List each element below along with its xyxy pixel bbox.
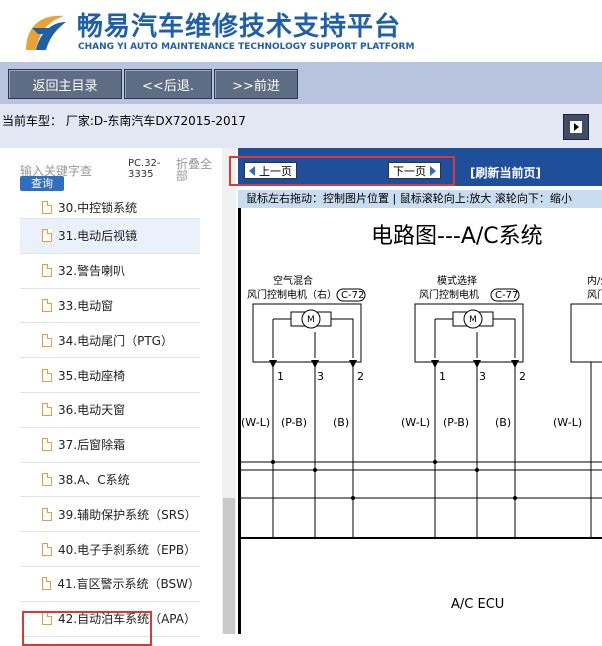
motor2-symbol: M xyxy=(469,315,477,325)
query-button[interactable]: 查询 xyxy=(20,176,64,191)
usage-hint: 鼠标左右拖动：控制图片位置 | 鼠标滚轮向上:放大 滚轮向下：缩小 xyxy=(238,190,602,208)
list-item-label: 34.电动尾门（PTG） xyxy=(58,333,173,348)
list-item[interactable]: 39.辅助保护系统（SRS） xyxy=(20,497,200,533)
pc-code: PC.32-3335 xyxy=(128,158,161,180)
pin-label: 3 xyxy=(317,370,324,383)
document-icon xyxy=(42,403,52,417)
document-icon xyxy=(42,472,52,486)
wire-color: (B) xyxy=(333,416,349,429)
wire-color: (P-B) xyxy=(281,416,307,429)
app-title: 畅易汽车维修技术支持平台 xyxy=(77,12,402,42)
vehicle-info-bar: 当前车型： 厂家:D-东南汽车DX72015-2017 xyxy=(0,104,602,148)
collapse-all-link[interactable]: 折叠全部 xyxy=(176,158,216,182)
content-pane: 上一页 下一页 [刷新当前页] 鼠标左右拖动：控制图片位置 | 鼠标滚轮向上:放… xyxy=(229,148,602,634)
brand-logo-icon xyxy=(26,15,66,50)
list-item[interactable]: 32.警告喇叭 xyxy=(20,254,200,289)
wire-color: (W-L) xyxy=(241,416,270,429)
list-item-label: 35.电动座椅 xyxy=(58,368,126,383)
sidebar: 输入关键字查 PC.32-3335 折叠全部 查询 30.中控锁系统 31.电动… xyxy=(0,148,238,646)
current-vehicle-model: 当前车型： 厂家:D-东南汽车DX72015-2017 xyxy=(2,114,246,128)
motor1-label-2: 风门控制电机（右） xyxy=(247,288,337,301)
highlight-box xyxy=(22,611,152,646)
motor3-label-2: 风门 xyxy=(587,288,602,301)
list-item-label: 32.警告喇叭 xyxy=(58,264,126,279)
pin-label: 2 xyxy=(357,370,364,383)
ecu-label: A/C ECU xyxy=(451,597,504,612)
toggle-panel-button[interactable] xyxy=(563,114,589,140)
app-header: 畅易汽车维修技术支持平台 CHANG YI AUTO MAINTENANCE T… xyxy=(0,0,602,62)
document-icon xyxy=(42,264,52,278)
wire-color: (B) xyxy=(495,416,511,429)
motor1-code: C-72 xyxy=(341,290,364,301)
wire-color: (P-B) xyxy=(443,416,469,429)
list-item-label: 36.电动天窗 xyxy=(58,403,126,418)
document-icon xyxy=(42,333,52,347)
document-icon xyxy=(42,542,52,556)
list-item-label: 31.电动后视镜 xyxy=(58,229,138,244)
list-item-label: 39.辅助保护系统（SRS） xyxy=(58,507,197,522)
list-item[interactable]: 35.电动座椅 xyxy=(20,358,200,393)
forward-button[interactable]: >>前进 xyxy=(214,69,298,99)
document-icon xyxy=(42,438,52,452)
list-item[interactable]: 34.电动尾门（PTG） xyxy=(20,323,200,359)
list-item[interactable]: 37.后窗除霜 xyxy=(20,428,200,463)
wire-color: (W-L) xyxy=(401,416,430,429)
document-icon xyxy=(42,200,52,214)
list-item-label: 33.电动窗 xyxy=(58,298,114,313)
motor1-label-1: 空气混合 xyxy=(273,274,313,287)
list-item[interactable]: 33.电动窗 xyxy=(20,289,200,324)
list-item[interactable]: 31.电动后视镜 xyxy=(20,219,200,254)
play-icon xyxy=(570,121,582,133)
app-subtitle: CHANG YI AUTO MAINTENANCE TECHNOLOGY SUP… xyxy=(78,42,415,52)
motor1-symbol: M xyxy=(307,315,315,325)
document-icon xyxy=(42,298,52,312)
pin-label: 3 xyxy=(479,370,486,383)
pin-label: 1 xyxy=(277,370,284,383)
list-item[interactable]: 41.盲区警示系统（BSW） xyxy=(20,567,200,602)
list-item-label: 37.后窗除霜 xyxy=(58,438,126,453)
pin-label: 1 xyxy=(439,370,446,383)
list-item-label: 40.电子手刹系统（EPB） xyxy=(58,542,197,557)
scrollbar-thumb[interactable] xyxy=(223,498,235,634)
list-item-label: 38.A、C系统 xyxy=(58,472,130,487)
motor2-label-2: 风门控制电机 xyxy=(419,288,479,301)
motor2-code: C-77 xyxy=(495,290,518,301)
list-item-selected[interactable]: 38.A、C系统 xyxy=(20,463,200,498)
list-item-label: 41.盲区警示系统（BSW） xyxy=(57,577,200,592)
wire-color: (W-L) xyxy=(553,416,582,429)
page-nav-strip: 上一页 下一页 [刷新当前页] xyxy=(229,148,602,186)
document-icon xyxy=(42,507,52,521)
document-icon xyxy=(42,577,52,591)
list-item-label: 30.中控锁系统 xyxy=(58,200,138,215)
refresh-link[interactable]: [刷新当前页] xyxy=(470,164,541,181)
list-item[interactable]: 40.电子手刹系统（EPB） xyxy=(20,532,200,567)
toolbar: 返回主目录 <<后退. >>前进 xyxy=(0,62,602,104)
motor2-label-1: 模式选择 xyxy=(437,274,477,287)
sidebar-scrollbar[interactable] xyxy=(222,148,236,634)
pin-label: 2 xyxy=(519,370,526,383)
document-icon xyxy=(42,229,52,243)
highlight-box xyxy=(229,156,455,186)
home-button[interactable]: 返回主目录 xyxy=(8,69,122,99)
motor3-label-1: 内/外 xyxy=(587,274,602,287)
back-button[interactable]: <<后退. xyxy=(124,69,212,99)
chapter-list: 30.中控锁系统 31.电动后视镜 32.警告喇叭 33.电动窗 34.电动尾门… xyxy=(20,196,200,637)
document-icon xyxy=(42,368,52,382)
motor-box xyxy=(570,303,602,363)
circuit-diagram[interactable]: 电路图---A/C系统 空气混合 风门控制电机（右） C-72 模式选择 风门控… xyxy=(238,208,602,634)
list-item[interactable]: 36.电动天窗 xyxy=(20,393,200,428)
circuit-svg: 空气混合 风门控制电机（右） C-72 模式选择 风门控制电机 C-77 内/外… xyxy=(241,274,602,612)
list-item[interactable]: 30.中控锁系统 xyxy=(20,196,200,219)
